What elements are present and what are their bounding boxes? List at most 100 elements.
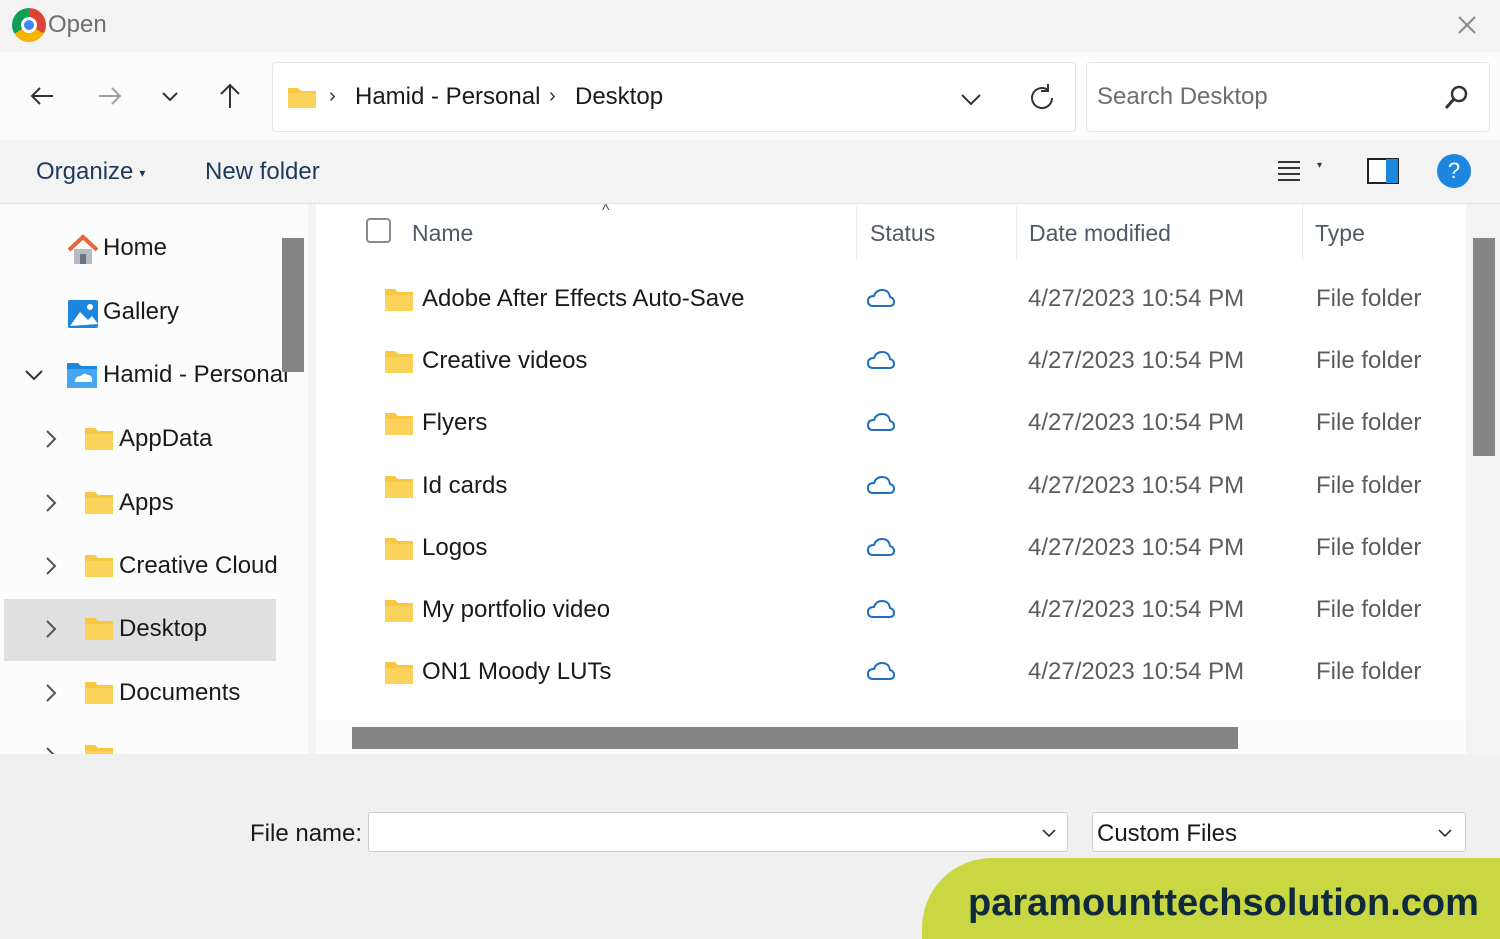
folder-icon [385, 662, 413, 684]
file-date-modified: 4/27/2023 10:54 PM [1028, 409, 1245, 436]
sidebar-item-label: AppData [119, 425, 213, 452]
sidebar-item-desktop[interactable]: Desktop [4, 599, 276, 661]
file-row[interactable]: Logos 4/27/2023 10:54 PM File folder [316, 517, 1466, 579]
column-header-date-modified[interactable]: Date modified [1029, 220, 1171, 247]
refresh-icon [1031, 84, 1053, 109]
file-type: File folder [1316, 534, 1422, 561]
title-bar: Open [0, 0, 1500, 52]
file-date-modified: 4/27/2023 10:54 PM [1028, 472, 1245, 499]
caret-down-icon[interactable]: ▾ [1317, 160, 1322, 171]
sidebar-item-home[interactable]: Home [4, 218, 276, 280]
file-date-modified: 4/27/2023 10:54 PM [1028, 596, 1245, 623]
chevron-right-icon: › [549, 85, 556, 107]
preview-pane-icon[interactable] [1366, 156, 1400, 186]
folder-icon [85, 745, 113, 754]
sidebar-item-label: Desktop [119, 615, 208, 642]
column-divider[interactable] [1016, 204, 1017, 260]
sidebar-item-hamid-personal[interactable]: Hamid - Personal [4, 345, 288, 407]
file-name: My portfolio video [422, 596, 611, 623]
search-icon[interactable] [1441, 83, 1471, 113]
file-row[interactable]: Flyers 4/27/2023 10:54 PM File folder [316, 392, 1466, 454]
chevron-right-icon[interactable] [38, 681, 62, 705]
search-input[interactable] [1097, 79, 1437, 115]
file-type: File folder [1316, 409, 1422, 436]
folder-icon [385, 351, 413, 373]
column-divider[interactable] [1302, 204, 1303, 260]
folder-icon [85, 555, 113, 577]
forward-button[interactable] [90, 76, 130, 116]
sidebar-item-documents[interactable]: Documents [4, 663, 276, 725]
folder-icon [85, 618, 113, 640]
breadcrumb-desktop[interactable]: Desktop [575, 83, 663, 111]
breadcrumb-hamid-personal[interactable]: Hamid - Personal [355, 83, 540, 111]
close-button[interactable] [1452, 10, 1482, 40]
file-name-input[interactable] [377, 817, 1017, 847]
list-view-icon[interactable] [1274, 156, 1304, 186]
folder-icon [385, 476, 413, 498]
column-header-row: Name ^ Status Date modified Type [316, 204, 1466, 262]
file-list-horizontal-scrollbar[interactable] [352, 727, 1238, 749]
file-name: Creative videos [422, 347, 588, 374]
sidebar-scrollbar[interactable] [282, 238, 304, 372]
file-date-modified: 4/27/2023 10:54 PM [1028, 285, 1245, 312]
help-button[interactable]: ? [1437, 154, 1471, 188]
file-type-filter-select[interactable]: Custom Files [1092, 812, 1466, 852]
file-name-combobox[interactable] [368, 812, 1068, 852]
file-row[interactable]: Id cards 4/27/2023 10:54 PM File folder [316, 455, 1466, 517]
chevron-right-icon[interactable] [38, 491, 62, 515]
sidebar-item-partial[interactable] [4, 726, 276, 754]
refresh-button[interactable] [1025, 81, 1059, 115]
chevron-right-icon[interactable] [38, 427, 62, 451]
address-bar[interactable]: › Hamid - Personal › Desktop [272, 62, 1076, 132]
up-button[interactable] [210, 76, 250, 116]
chevron-right-icon[interactable] [38, 744, 62, 754]
sidebar-item-label: Hamid - Personal [103, 361, 289, 388]
organize-button[interactable]: Organize ▾ [36, 158, 145, 186]
file-row[interactable]: My portfolio video 4/27/2023 10:54 PM Fi… [316, 579, 1466, 641]
address-dropdown-button[interactable] [955, 83, 987, 115]
sidebar-item-creative-cloud[interactable]: Creative Cloud [4, 536, 278, 598]
folder-icon [288, 88, 316, 108]
file-type: File folder [1316, 658, 1422, 685]
organize-label: Organize [36, 158, 134, 185]
sidebar-item-label: Home [103, 234, 168, 261]
cloud-icon [866, 412, 896, 431]
file-name: Flyers [422, 409, 488, 436]
column-header-status[interactable]: Status [870, 220, 935, 247]
sidebar-item-apps[interactable]: Apps [4, 473, 276, 535]
chevron-right-icon[interactable] [38, 617, 62, 641]
file-row[interactable]: Adobe After Effects Auto-Save 4/27/2023 … [316, 268, 1466, 330]
file-row[interactable]: ON1 Moody LUTs 4/27/2023 10:54 PM File f… [316, 641, 1466, 703]
recent-locations-button[interactable] [150, 76, 190, 116]
chevron-right-icon[interactable] [38, 554, 62, 578]
sidebar-item-gallery[interactable]: Gallery [4, 282, 276, 344]
column-header-type[interactable]: Type [1315, 220, 1365, 247]
chrome-logo-icon [12, 8, 46, 42]
watermark-text: paramounttechsolution.com [968, 882, 1479, 924]
select-all-checkbox[interactable] [366, 218, 391, 243]
sidebar-item-appdata[interactable]: AppData [4, 409, 276, 471]
command-bar: Organize ▾ New folder ▾ [0, 140, 1500, 204]
arrow-right-icon [99, 87, 122, 105]
file-row[interactable]: Creative videos 4/27/2023 10:54 PM File … [316, 330, 1466, 392]
back-button[interactable] [22, 76, 62, 116]
file-type: File folder [1316, 347, 1422, 374]
cloud-icon [866, 475, 896, 494]
sidebar-item-label: Apps [119, 489, 174, 516]
column-divider[interactable] [856, 204, 857, 260]
cloud-icon [866, 288, 896, 307]
chevron-down-icon[interactable] [1037, 821, 1061, 845]
sidebar-item-label: Documents [119, 679, 241, 706]
close-icon [1458, 16, 1476, 34]
file-list-vertical-scrollbar[interactable] [1473, 238, 1495, 456]
folder-icon [85, 492, 113, 514]
chevron-down-icon [1438, 829, 1452, 838]
search-box[interactable] [1086, 62, 1490, 132]
column-header-name[interactable]: Name [412, 220, 473, 247]
folder-icon [385, 538, 413, 560]
new-folder-button[interactable]: New folder [205, 158, 320, 186]
window-title: Open [48, 11, 107, 38]
chevron-right-icon: › [329, 85, 336, 107]
chevron-down-icon[interactable] [22, 363, 46, 387]
sidebar-item-label: Gallery [103, 298, 180, 325]
